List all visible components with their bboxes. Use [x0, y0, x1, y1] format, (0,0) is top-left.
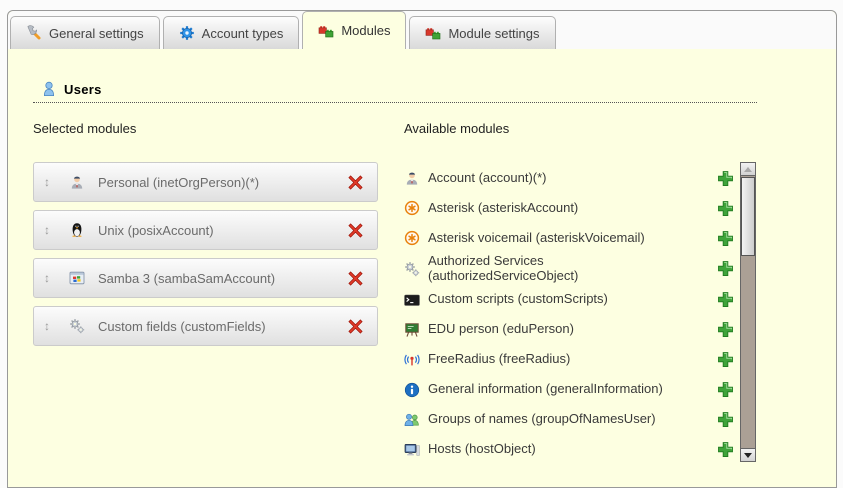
selected-module-row: ↕ Personal (inetOrgPerson)(*)	[33, 162, 378, 202]
section-title: Users	[64, 82, 102, 97]
available-module-row: Asterisk (asteriskAccount)	[404, 193, 734, 223]
person-icon	[69, 174, 85, 190]
modules-icon	[425, 25, 441, 41]
drag-handle-icon[interactable]: ↕	[44, 223, 59, 237]
tab-label: Account types	[202, 26, 284, 41]
gears-icon	[69, 318, 85, 334]
module-label: Account (account)(*)	[428, 171, 547, 186]
available-module-row: Account (account)(*)	[404, 163, 734, 193]
scroll-up-button[interactable]	[741, 163, 755, 176]
tab-label: Modules	[341, 23, 390, 38]
drag-handle-icon[interactable]: ↕	[44, 319, 59, 333]
selected-module-row: ↕ Samba 3 (sambaSamAccount)	[33, 258, 378, 298]
module-label: Samba 3 (sambaSamAccount)	[98, 271, 347, 286]
module-label: Hosts (hostObject)	[428, 442, 536, 457]
person-icon	[404, 170, 420, 186]
module-label: General information (generalInformation)	[428, 382, 663, 397]
module-label: Asterisk voicemail (asteriskVoicemail)	[428, 231, 645, 246]
selected-modules-heading: Selected modules	[33, 121, 136, 136]
tab-label: General settings	[49, 26, 144, 41]
add-module-button[interactable]	[717, 381, 734, 398]
modules-icon	[318, 23, 334, 39]
drag-handle-icon[interactable]: ↕	[44, 175, 59, 189]
module-label: Asterisk (asteriskAccount)	[428, 201, 578, 216]
available-module-row: Hosts (hostObject)	[404, 435, 734, 465]
wrench-icon	[26, 25, 42, 41]
triangle-down-icon	[744, 453, 752, 458]
remove-module-button[interactable]	[347, 318, 364, 335]
available-module-row: Groups of names (groupOfNamesUser)	[404, 405, 734, 435]
module-label: FreeRadius (freeRadius)	[428, 352, 570, 367]
modules-tab-content: Users Selected modules Available modules…	[8, 49, 836, 487]
selected-modules-list: ↕ Personal (inetOrgPerson)(*) ↕ Unix (posix…	[33, 162, 378, 354]
tab-general-settings[interactable]: General settings	[10, 16, 160, 49]
users-section-header: Users	[33, 81, 757, 103]
available-module-row: Custom scripts (customScripts)	[404, 285, 734, 315]
add-module-button[interactable]	[717, 200, 734, 217]
tab-label: Module settings	[448, 26, 539, 41]
asterisk-icon	[404, 200, 420, 216]
add-module-button[interactable]	[717, 291, 734, 308]
module-label: Unix (posixAccount)	[98, 223, 347, 238]
tab-bar: General settings Account types Modules Modu…	[8, 11, 836, 49]
tab-account-types[interactable]: Account types	[163, 16, 300, 49]
tab-module-settings[interactable]: Module settings	[409, 16, 555, 49]
available-module-row: General information (generalInformation)	[404, 375, 734, 405]
group-icon	[404, 412, 420, 428]
radio-icon	[404, 352, 420, 368]
scrollbar-thumb[interactable]	[741, 177, 755, 256]
selected-module-row: ↕ Unix (posixAccount)	[33, 210, 378, 250]
terminal-icon	[404, 292, 420, 308]
add-module-button[interactable]	[717, 321, 734, 338]
remove-module-button[interactable]	[347, 270, 364, 287]
gear-icon	[179, 25, 195, 41]
module-label: Custom fields (customFields)	[98, 319, 347, 334]
add-module-button[interactable]	[717, 230, 734, 247]
module-label: Personal (inetOrgPerson)(*)	[98, 175, 347, 190]
info-icon	[404, 382, 420, 398]
add-module-button[interactable]	[717, 441, 734, 458]
selected-module-row: ↕ Custom fields (customFields)	[33, 306, 378, 346]
remove-module-button[interactable]	[347, 174, 364, 191]
module-label: Custom scripts (customScripts)	[428, 292, 608, 307]
chalkboard-icon	[404, 322, 420, 338]
scroll-down-button[interactable]	[741, 448, 755, 461]
add-module-button[interactable]	[717, 170, 734, 187]
available-module-row: FreeRadius (freeRadius)	[404, 345, 734, 375]
host-icon	[404, 442, 420, 458]
triangle-up-icon	[744, 167, 752, 172]
remove-module-button[interactable]	[347, 222, 364, 239]
add-module-button[interactable]	[717, 351, 734, 368]
available-module-row: Authorized Services (authorizedServiceOb…	[404, 253, 734, 285]
windows-icon	[69, 270, 85, 286]
available-modules-list: Account (account)(*) Asterisk (asteriskAc…	[404, 163, 734, 465]
user-icon	[41, 81, 57, 97]
available-module-row: Asterisk voicemail (asteriskVoicemail)	[404, 223, 734, 253]
available-module-row: EDU person (eduPerson)	[404, 315, 734, 345]
module-label: Groups of names (groupOfNamesUser)	[428, 412, 656, 427]
settings-window: General settings Account types Modules Modu…	[7, 10, 837, 488]
add-module-button[interactable]	[717, 411, 734, 428]
gears-icon	[404, 261, 420, 277]
module-label: EDU person (eduPerson)	[428, 322, 574, 337]
module-label: Authorized Services (authorizedServiceOb…	[428, 254, 680, 284]
asterisk-icon	[404, 230, 420, 246]
drag-handle-icon[interactable]: ↕	[44, 271, 59, 285]
available-modules-scrollbar[interactable]	[740, 162, 756, 462]
tux-icon	[69, 222, 85, 238]
tab-modules[interactable]: Modules	[302, 11, 406, 49]
add-module-button[interactable]	[717, 260, 734, 277]
available-modules-heading: Available modules	[404, 121, 509, 136]
